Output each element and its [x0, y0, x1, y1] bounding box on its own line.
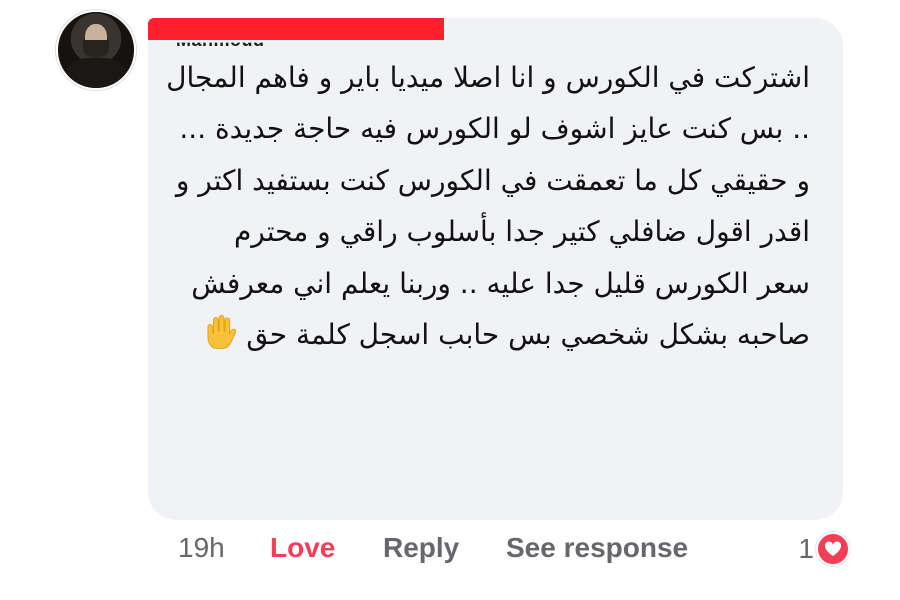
avatar-body-shape: [66, 58, 126, 88]
timestamp[interactable]: 19h: [178, 532, 225, 564]
comment-paragraph-3: سعر الكورس قليل جدا عليه .. وربنا يعلم ا…: [160, 258, 810, 360]
reply-button[interactable]: Reply: [383, 532, 459, 564]
name-redaction-bar: [148, 18, 444, 40]
avatar-beard-shape: [83, 40, 109, 58]
reaction-summary[interactable]: 1: [798, 532, 850, 566]
comment-text: اشتركت في الكورس و انا اصلا ميديا باير و…: [160, 52, 810, 360]
comment-paragraph-3-text: سعر الكورس قليل جدا عليه .. وربنا يعلم ا…: [191, 267, 810, 351]
love-button[interactable]: Love: [270, 532, 335, 564]
comment-paragraph-2: و حقيقي كل ما تعمقت في الكورس كنت بستفيد…: [175, 164, 810, 248]
comment-actions: 19h Love Reply See response 1: [178, 530, 850, 574]
heart-glyph-icon: [824, 541, 842, 556]
see-response-button[interactable]: See response: [506, 532, 688, 564]
heart-icon: [816, 532, 850, 566]
raised-hand-icon: [207, 314, 237, 350]
avatar[interactable]: [56, 10, 136, 90]
reaction-count: 1: [798, 533, 814, 564]
comment-paragraph-1: اشتركت في الكورس و انا اصلا ميديا باير و…: [166, 61, 810, 145]
